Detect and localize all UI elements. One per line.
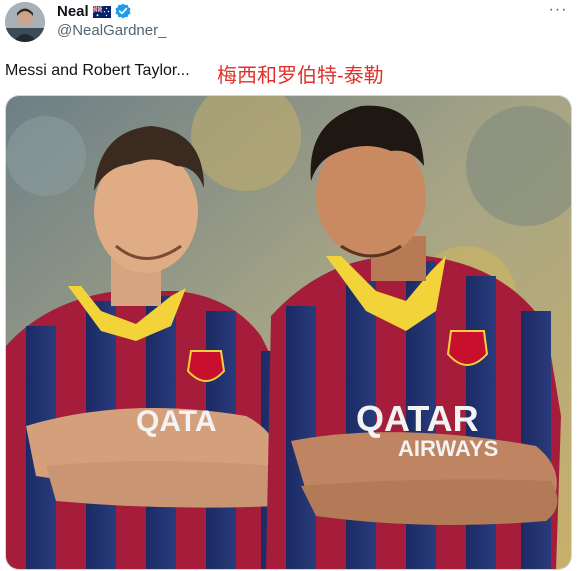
avatar[interactable]	[5, 2, 45, 42]
tweet-card[interactable]: Neal @NealGardner_ ··· Messi and Robert …	[0, 0, 578, 571]
jersey-text-right-1: QATAR	[356, 398, 479, 439]
translation-caption: 梅西和罗伯特-泰勒	[217, 65, 384, 87]
author-name-row: Neal	[57, 1, 131, 21]
tweet-photo[interactable]: QATA QATAR AIRWAYS	[5, 95, 572, 570]
jersey-text-right-2: AIRWAYS	[398, 436, 498, 461]
jersey-text-left: QATA	[136, 405, 217, 438]
australia-flag-icon	[92, 5, 111, 18]
verified-badge-icon[interactable]	[115, 3, 131, 19]
more-options-button[interactable]: ···	[546, 0, 570, 20]
author-handle[interactable]: @NealGardner_	[57, 22, 166, 39]
tweet-text: Messi and Robert Taylor...	[5, 62, 190, 79]
display-name[interactable]: Neal	[57, 3, 89, 20]
more-icon: ···	[548, 1, 568, 18]
